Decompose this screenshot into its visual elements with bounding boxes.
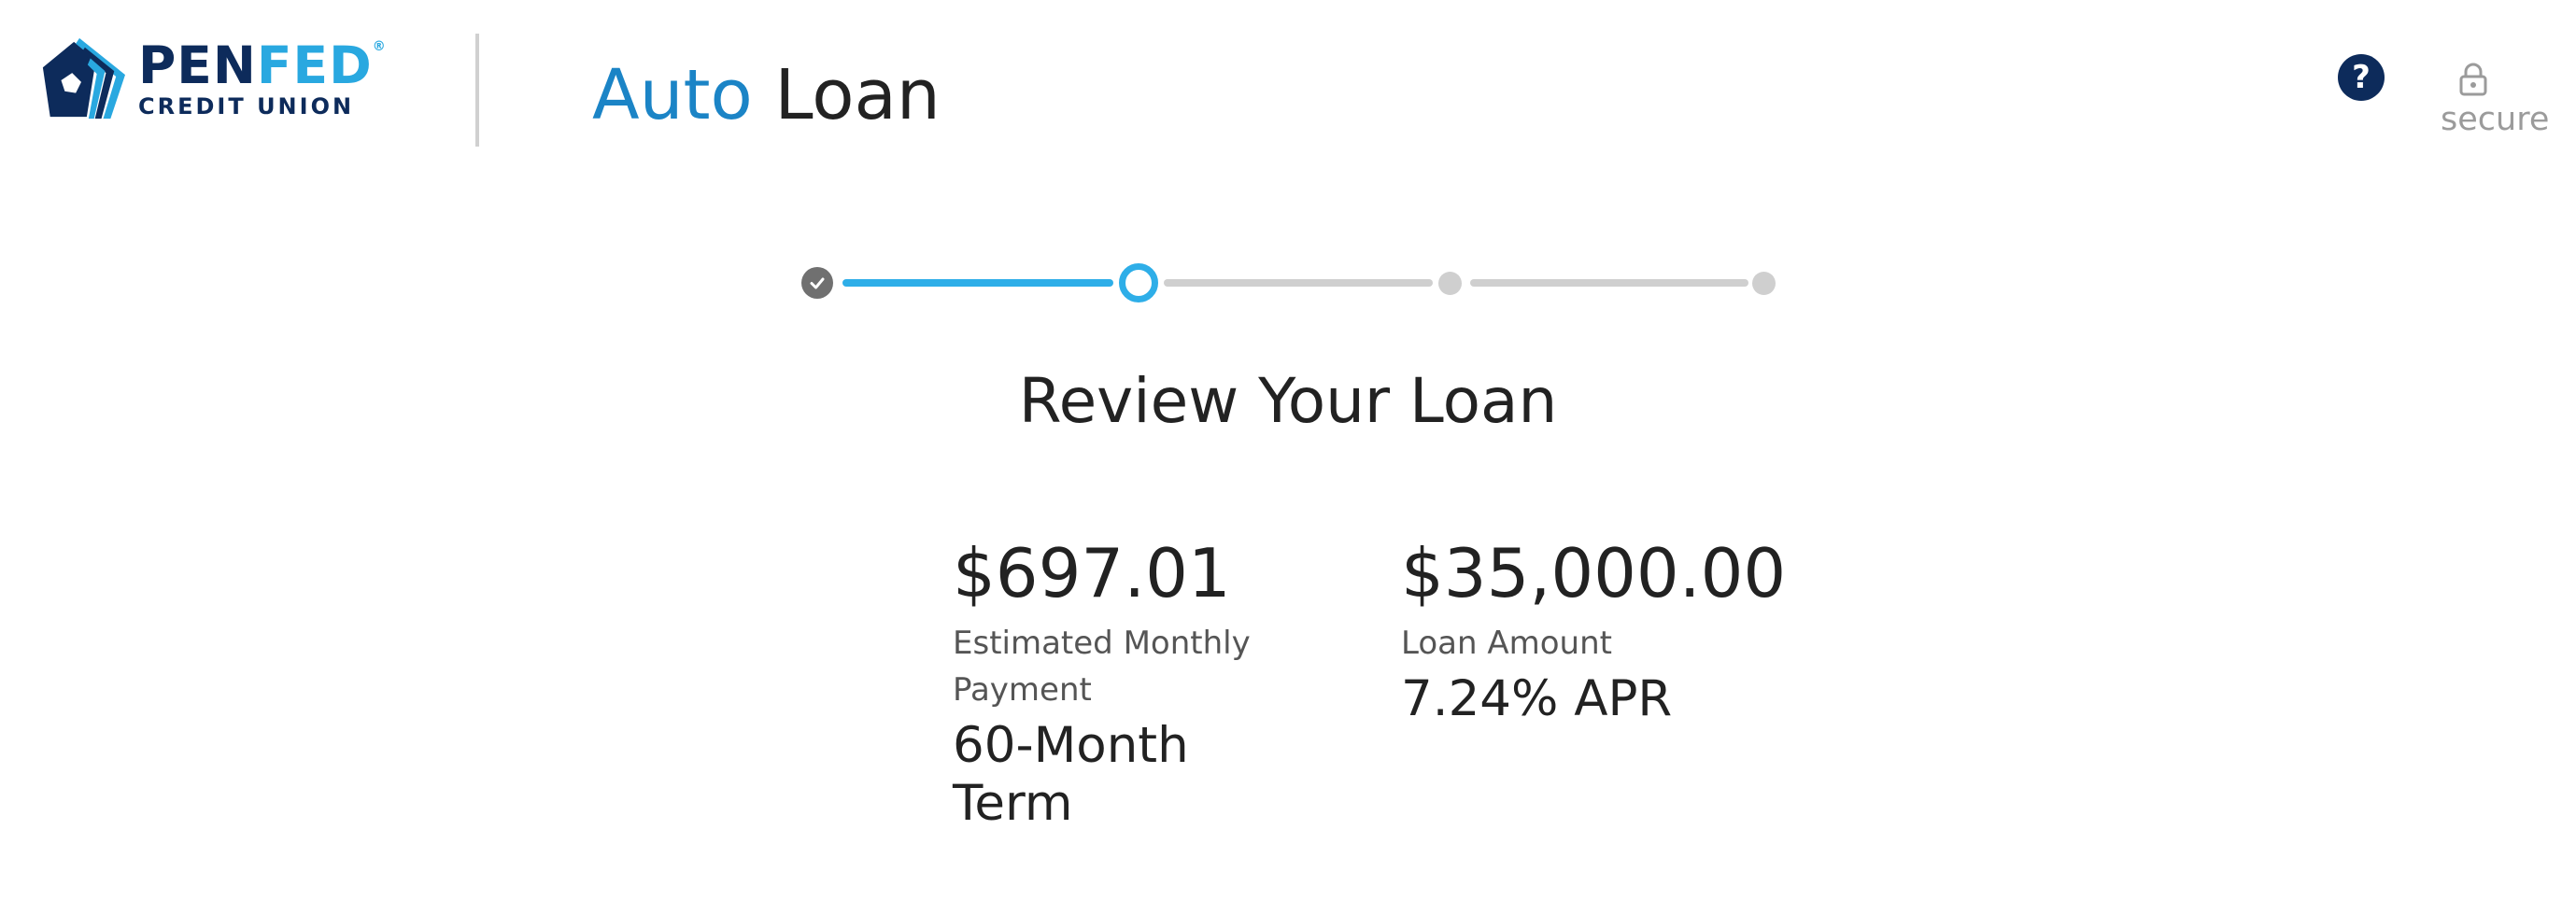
loan-apr: 7.24% APR	[1401, 670, 1673, 727]
product-title-auto: Auto	[592, 55, 753, 135]
loan-amount-summary: $35,000.00 Loan Amount 7.24% APR	[1401, 528, 1868, 728]
step-3-pending	[1438, 272, 1462, 295]
monthly-payment-label: Estimated Monthly Payment	[953, 625, 1251, 709]
progress-stepper	[801, 261, 1782, 304]
stepper-line-pending-1	[1164, 279, 1433, 287]
loan-amount-label: Loan Amount	[1401, 625, 1612, 662]
product-title-loan: Loan	[774, 55, 941, 135]
stepper-line-completed	[842, 279, 1113, 287]
page-title: Review Your Loan	[1018, 365, 1558, 437]
help-button[interactable]: ?	[2338, 54, 2385, 101]
logo-word: PENFED®	[138, 38, 387, 91]
monthly-payment-summary: $697.01 Estimated Monthly Payment 60-Mon…	[953, 528, 1308, 833]
step-2-current	[1119, 263, 1158, 302]
checkmark-icon	[810, 277, 825, 289]
product-title: Auto Loan	[592, 49, 941, 142]
question-mark-icon: ?	[2352, 59, 2371, 96]
logo-wordmark: PENFED® CREDIT UNION	[138, 38, 387, 120]
secure-indicator: secure	[2433, 58, 2549, 142]
lock-icon	[2459, 63, 2487, 96]
loan-term: 60-Month Term	[953, 717, 1189, 832]
loan-amount-value: $35,000.00	[1401, 534, 1787, 612]
monthly-payment-amount: $697.01	[953, 534, 1231, 612]
auto-loan-review-page: PENFED® CREDIT UNION Auto Loan ? secure	[0, 0, 2576, 900]
header-divider	[475, 34, 479, 147]
penfed-pentagon-logo-icon	[42, 37, 125, 120]
logo-word-pen: PEN	[138, 35, 257, 95]
logo-word-fed: FED	[256, 35, 373, 95]
registered-mark: ®	[372, 38, 387, 54]
step-4-pending	[1752, 272, 1776, 295]
step-1-completed	[801, 267, 833, 299]
penfed-logo[interactable]: PENFED® CREDIT UNION	[35, 32, 386, 125]
secure-label: secure	[2441, 101, 2550, 138]
stepper-line-pending-2	[1470, 279, 1748, 287]
logo-subtitle: CREDIT UNION	[138, 92, 355, 120]
